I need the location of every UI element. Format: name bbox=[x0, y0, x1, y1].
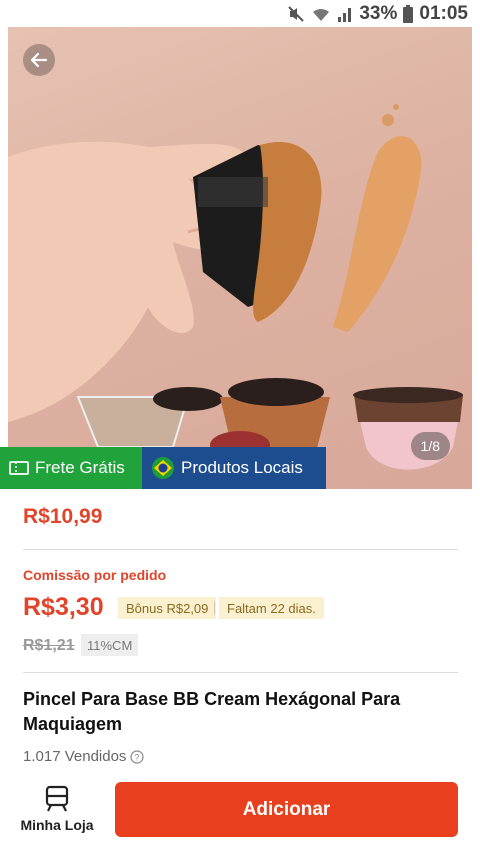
bonus-chip: Bônus R$2,09 bbox=[118, 597, 217, 619]
arrow-left-icon bbox=[30, 52, 48, 68]
frete-gratis-label: Frete Grátis bbox=[35, 458, 125, 477]
product-title: Pincel Para Base BB Cream Hexágonal Para… bbox=[23, 689, 401, 734]
frete-gratis-badge: Frete Grátis bbox=[0, 447, 142, 489]
add-button[interactable]: Adicionar bbox=[115, 782, 458, 837]
divider bbox=[23, 549, 458, 550]
product-photo bbox=[8, 104, 463, 470]
clock: 01:05 bbox=[419, 2, 468, 24]
old-commission: R$1,21 bbox=[23, 637, 75, 654]
ticket-icon bbox=[9, 461, 29, 475]
days-left-chip: Faltam 22 dias. bbox=[219, 597, 324, 619]
svg-text:?: ? bbox=[135, 752, 140, 762]
badge-row: Frete Grátis Produtos Locais bbox=[0, 447, 326, 489]
bottom-action-bar: Minha Loja Adicionar bbox=[0, 773, 480, 848]
battery-icon bbox=[403, 4, 414, 23]
back-button[interactable] bbox=[23, 44, 55, 76]
product-image[interactable]: 1/8 bbox=[8, 27, 472, 489]
my-store-label: Minha Loja bbox=[20, 817, 94, 833]
sold-count-text: 1.017 Vendidos bbox=[23, 748, 127, 765]
divider bbox=[23, 672, 458, 673]
commission-rate-chip: 11%CM bbox=[81, 634, 139, 656]
store-icon bbox=[45, 785, 69, 812]
commission-label: Comissão por pedido bbox=[23, 567, 167, 583]
produtos-locais-badge: Produtos Locais bbox=[142, 447, 326, 489]
chip-separator bbox=[214, 601, 215, 615]
help-icon[interactable]: ? bbox=[130, 749, 145, 764]
product-price: R$10,99 bbox=[23, 505, 103, 528]
my-store-button[interactable]: Minha Loja bbox=[14, 785, 100, 841]
brazil-flag-icon bbox=[152, 457, 174, 479]
mute-icon bbox=[288, 5, 305, 22]
sold-count: 1.017 Vendidos ? bbox=[23, 748, 145, 765]
produtos-locais-label: Produtos Locais bbox=[181, 458, 303, 477]
status-bar: 33% 01:05 bbox=[0, 0, 480, 27]
image-counter: 1/8 bbox=[410, 432, 450, 460]
wifi-icon bbox=[313, 8, 330, 21]
battery-percent: 33% bbox=[359, 2, 398, 24]
signal-icon bbox=[338, 7, 352, 22]
commission-value: R$3,30 bbox=[23, 593, 104, 621]
